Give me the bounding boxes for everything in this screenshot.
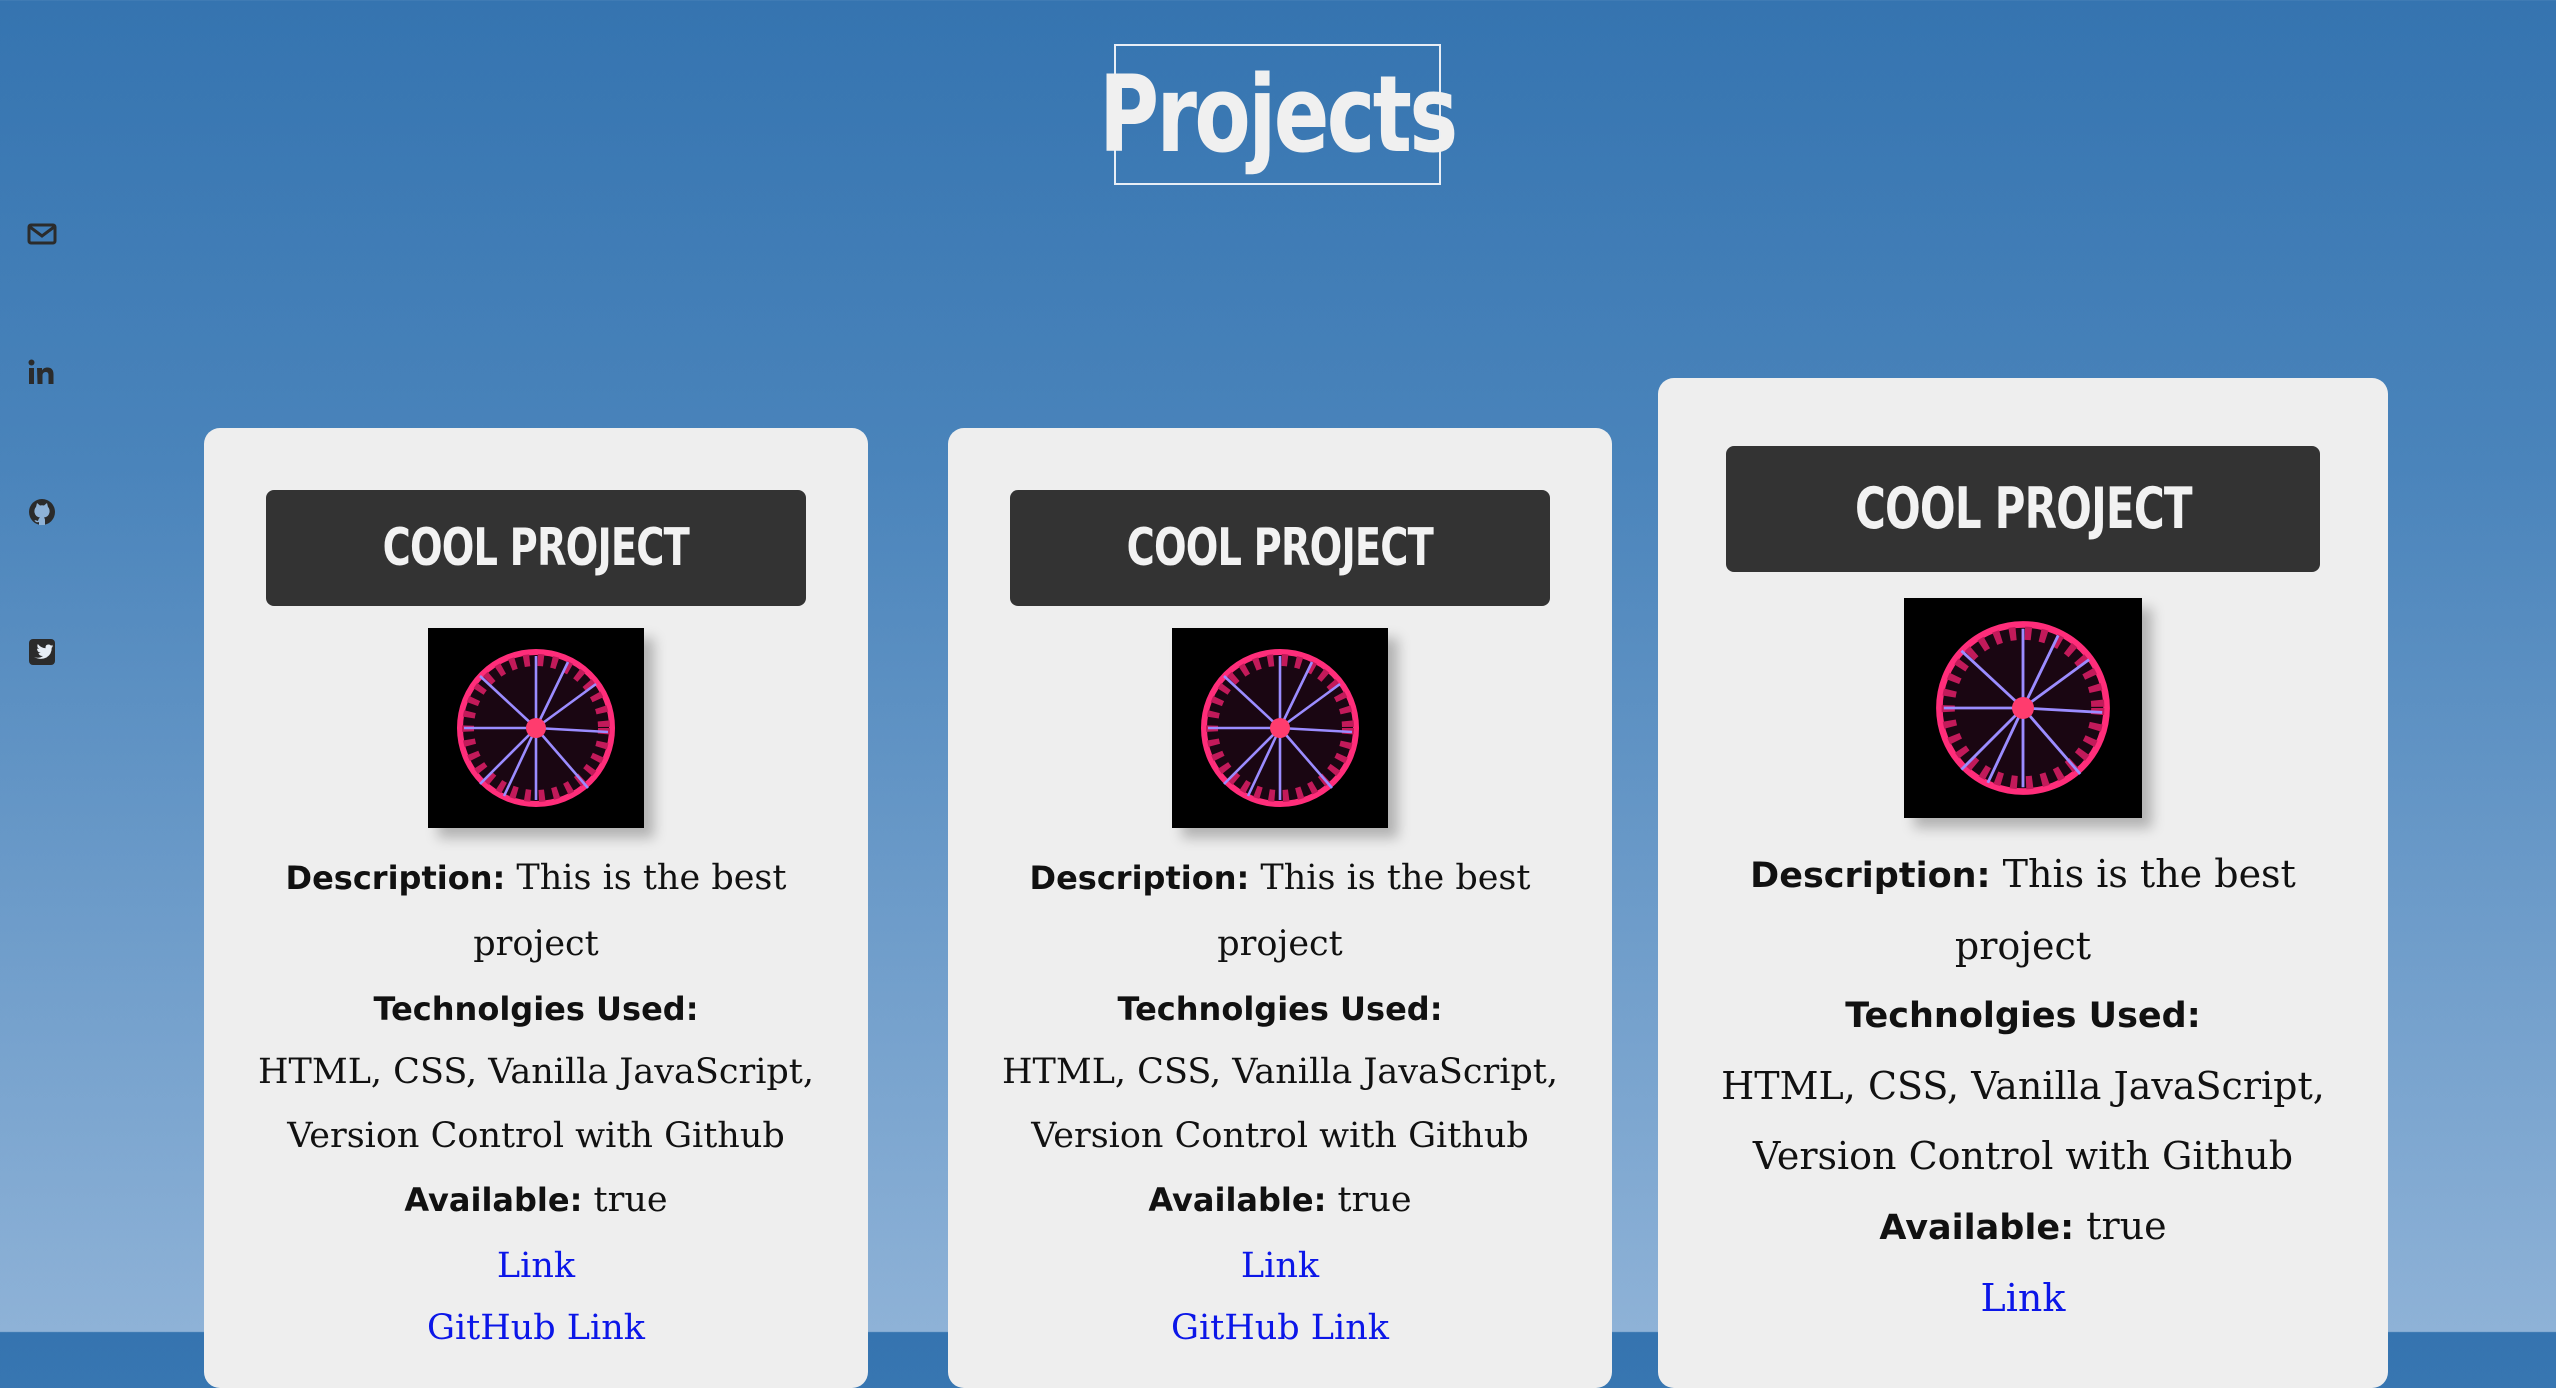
plasma-ball-image [436,628,636,828]
project-title: COOL PROJECT [1726,446,2320,572]
project-image [428,628,644,828]
technologies-label: Technolgies Used: [373,990,699,1028]
project-card: COOL PROJECT Description: This is the be… [948,428,1612,1388]
project-link[interactable]: Link [1241,1246,1319,1286]
project-card: COOL PROJECT Description: This is the be… [204,428,868,1388]
description-line-2: project [1217,924,1343,964]
technologies-line-1: HTML, CSS, Vanilla JavaScript, [257,1052,814,1092]
available-line: Available: true [404,1180,668,1220]
technologies-label: Technolgies Used: [1845,996,2201,1036]
project-image [1172,628,1388,828]
description-line: Description: This is the best [285,858,787,898]
project-title: COOL PROJECT [266,490,806,606]
technologies-label: Technolgies Used: [1117,990,1443,1028]
github-icon[interactable] [26,496,58,528]
email-icon[interactable] [26,218,58,250]
technologies-line-1: HTML, CSS, Vanilla JavaScript, [1001,1052,1558,1092]
twitter-icon[interactable] [26,636,58,668]
technologies-line-2: Version Control with Github [1031,1116,1529,1156]
linkedin-icon[interactable] [26,356,58,388]
description-line: Description: This is the best [1029,858,1531,898]
project-link[interactable]: Link [497,1246,575,1286]
plasma-ball-image [1913,598,2133,818]
description-line-2: project [1954,924,2092,968]
plasma-ball-image [1180,628,1380,828]
description-line: Description: This is the best [1750,852,2296,896]
project-link[interactable]: Link [1981,1276,2066,1320]
description-line-2: project [473,924,599,964]
page-title: Projects [1099,52,1458,176]
github-link[interactable]: GitHub Link [1171,1308,1389,1348]
project-title: COOL PROJECT [1010,490,1550,606]
available-line: Available: true [1148,1180,1412,1220]
technologies-line-2: Version Control with Github [287,1116,785,1156]
project-image [1904,598,2142,818]
github-link[interactable]: GitHub Link [427,1308,645,1348]
technologies-line-1: HTML, CSS, Vanilla JavaScript, [1721,1064,2325,1108]
available-line: Available: true [1879,1204,2167,1248]
project-card: COOL PROJECT Description: This is the be… [1658,378,2388,1388]
technologies-line-2: Version Control with Github [1752,1134,2294,1178]
page-title-box: Projects [1099,44,1458,185]
